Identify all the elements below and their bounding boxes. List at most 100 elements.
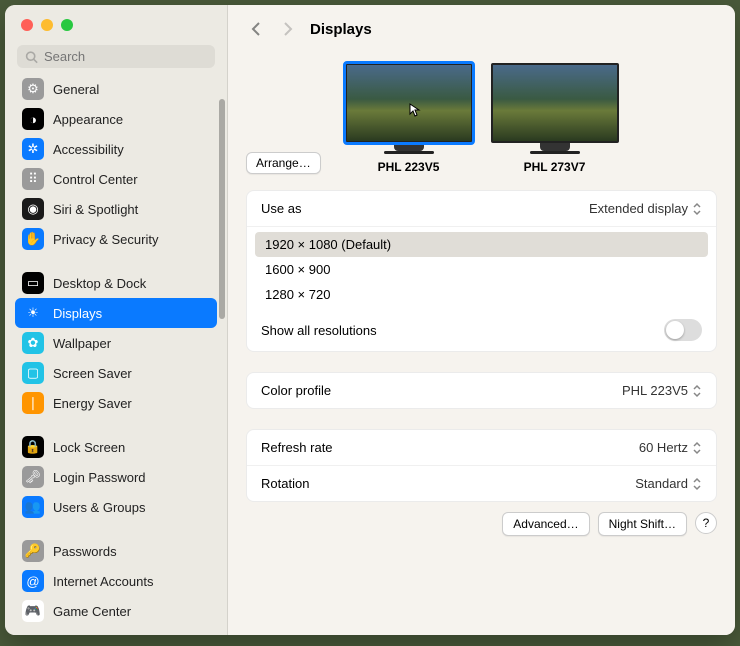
resolution-option[interactable]: 1600 × 900 <box>255 257 708 282</box>
sidebar-item-icon: ▢ <box>22 362 44 384</box>
sidebar-item-privacy-security[interactable]: ✋Privacy & Security <box>15 224 217 254</box>
sidebar-item-icon: ▭ <box>22 272 44 294</box>
sidebar-item-energy-saver[interactable]: ❘Energy Saver <box>15 388 217 418</box>
chevron-up-down-icon <box>692 441 702 455</box>
back-button[interactable] <box>246 19 266 39</box>
refresh-rotation-panel: Refresh rate 60 Hertz Rotation Standard <box>246 429 717 502</box>
sidebar-item-label: Internet Accounts <box>53 574 153 589</box>
sidebar-item-label: Displays <box>53 306 102 321</box>
sidebar-item-icon: 🎮 <box>22 600 44 622</box>
page-title: Displays <box>310 21 372 38</box>
resolution-list: 1920 × 1080 (Default)1600 × 9001280 × 72… <box>247 227 716 309</box>
sidebar-item-icon: ✲ <box>22 138 44 160</box>
sidebar-item-label: General <box>53 82 99 97</box>
refresh-rate-popup[interactable]: 60 Hertz <box>639 440 702 455</box>
sidebar-item-icon: ⚙ <box>22 78 44 100</box>
show-all-resolutions-row: Show all resolutions <box>247 309 716 351</box>
arrange-button[interactable]: Arrange… <box>246 152 321 174</box>
display-name-label: PHL 223V5 <box>345 160 473 174</box>
sidebar-item-label: Users & Groups <box>53 500 145 515</box>
rotation-popup[interactable]: Standard <box>635 476 702 491</box>
color-profile-row: Color profile PHL 223V5 <box>247 373 716 408</box>
sidebar-item-label: Desktop & Dock <box>53 276 146 291</box>
sidebar-scrollbar[interactable] <box>219 99 225 319</box>
advanced-button[interactable]: Advanced… <box>502 512 589 536</box>
night-shift-button[interactable]: Night Shift… <box>598 512 687 536</box>
rotation-label: Rotation <box>261 476 309 491</box>
sidebar-item-label: Lock Screen <box>53 440 125 455</box>
sidebar-item-icon: ◉ <box>22 198 44 220</box>
display-thumbnail[interactable]: PHL 223V5 <box>345 63 473 174</box>
sidebar-item-icon: @ <box>22 570 44 592</box>
sidebar-item-icon: ✋ <box>22 228 44 250</box>
sidebar-item-control-center[interactable]: ⠿ Control Center <box>15 164 217 194</box>
chevron-up-down-icon <box>692 202 702 216</box>
sidebar-item-icon: ☀ <box>22 302 44 324</box>
sidebar-item-label: Energy Saver <box>53 396 132 411</box>
forward-button[interactable] <box>278 19 298 39</box>
sidebar-item-label: Game Center <box>53 604 131 619</box>
sidebar-item-icon: 🔑 <box>22 540 44 562</box>
sidebar-item-label: Appearance <box>53 112 123 127</box>
sidebar-item-icon: ◑ <box>22 108 44 130</box>
refresh-rate-row: Refresh rate 60 Hertz <box>247 430 716 466</box>
sidebar: ⚙ General ◑ Appearance ✲ Accessibility ⠿ Contro… <box>5 5 228 635</box>
sidebar-item-label: Passwords <box>53 544 117 559</box>
minimize-window-button[interactable] <box>41 19 53 31</box>
system-settings-window: ⚙ General ◑ Appearance ✲ Accessibility ⠿ Contro… <box>5 5 735 635</box>
sidebar-item-icon: ✿ <box>22 332 44 354</box>
color-profile-popup[interactable]: PHL 223V5 <box>622 383 702 398</box>
refresh-rate-label: Refresh rate <box>261 440 333 455</box>
sidebar-item-icon: 👥 <box>22 496 44 518</box>
display-settings-panel: Use as Extended display 1920 × 1080 (Def… <box>246 190 717 352</box>
sidebar-item-passwords[interactable]: 🔑 Passwords <box>15 536 217 566</box>
sidebar-item-accessibility[interactable]: ✲ Accessibility <box>15 134 217 164</box>
sidebar-item-login-password[interactable]: 🗝Login Password <box>15 462 217 492</box>
sidebar-item-internet-accounts[interactable]: @ Internet Accounts <box>15 566 217 596</box>
sidebar-item-game-center[interactable]: 🎮 Game Center <box>15 596 217 624</box>
sidebar-item-appearance[interactable]: ◑ Appearance <box>15 104 217 134</box>
display-arrangement: Arrange… PHL 223V5 PHL 273V7 <box>228 45 735 180</box>
sidebar-item-siri-spotlight[interactable]: ◉ Siri & Spotlight <box>15 194 217 224</box>
show-all-resolutions-toggle[interactable] <box>664 319 702 341</box>
sidebar-item-users-groups[interactable]: 👥 Users & Groups <box>15 492 217 522</box>
chevron-up-down-icon <box>692 477 702 491</box>
sidebar-item-label: Siri & Spotlight <box>53 202 138 217</box>
search-icon <box>25 50 38 64</box>
sidebar-item-label: Screen Saver <box>53 366 132 381</box>
color-profile-label: Color profile <box>261 383 331 398</box>
sidebar-item-desktop-dock[interactable]: ▭ Desktop & Dock <box>15 268 217 298</box>
sidebar-list[interactable]: ⚙ General ◑ Appearance ✲ Accessibility ⠿ Contro… <box>5 74 227 624</box>
cursor-icon <box>409 103 423 117</box>
sidebar-item-general[interactable]: ⚙ General <box>15 74 217 104</box>
sidebar-item-label: Wallpaper <box>53 336 111 351</box>
color-profile-panel: Color profile PHL 223V5 <box>246 372 717 409</box>
monitor-icon <box>491 63 619 143</box>
close-window-button[interactable] <box>21 19 33 31</box>
traffic-lights <box>5 5 227 31</box>
sidebar-item-wallpaper[interactable]: ✿ Wallpaper <box>15 328 217 358</box>
help-button[interactable]: ? <box>695 512 717 534</box>
sidebar-item-icon: 🔒 <box>22 436 44 458</box>
sidebar-item-lock-screen[interactable]: 🔒 Lock Screen <box>15 432 217 462</box>
display-name-label: PHL 273V7 <box>491 160 619 174</box>
rotation-row: Rotation Standard <box>247 466 716 501</box>
zoom-window-button[interactable] <box>61 19 73 31</box>
sidebar-item-displays[interactable]: ☀ Displays <box>15 298 217 328</box>
sidebar-item-screen-saver[interactable]: ▢ Screen Saver <box>15 358 217 388</box>
footer-buttons: Advanced… Night Shift… ? <box>228 512 735 548</box>
search-field[interactable] <box>17 45 215 68</box>
use-as-popup[interactable]: Extended display <box>589 201 702 216</box>
sidebar-item-label: Control Center <box>53 172 138 187</box>
use-as-label: Use as <box>261 201 301 216</box>
sidebar-item-icon: ⠿ <box>22 168 44 190</box>
resolution-option[interactable]: 1280 × 720 <box>255 282 708 307</box>
sidebar-item-label: Login Password <box>53 470 146 485</box>
monitor-icon <box>345 63 473 143</box>
sidebar-item-label: Accessibility <box>53 142 124 157</box>
use-as-row: Use as Extended display <box>247 191 716 227</box>
display-thumbnail[interactable]: PHL 273V7 <box>491 63 619 174</box>
resolution-option[interactable]: 1920 × 1080 (Default) <box>255 232 708 257</box>
chevron-up-down-icon <box>692 384 702 398</box>
search-input[interactable] <box>38 49 207 64</box>
